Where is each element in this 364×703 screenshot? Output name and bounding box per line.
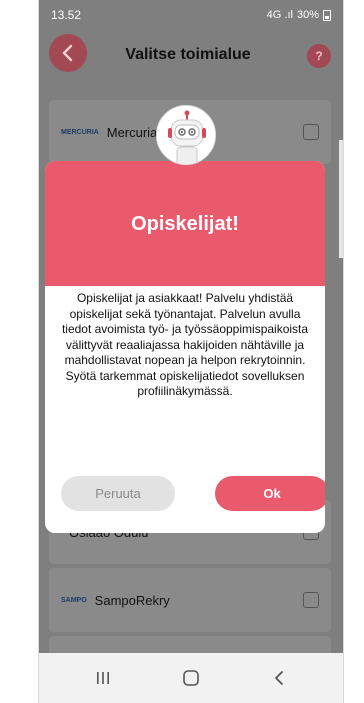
back-button[interactable] (49, 34, 87, 72)
recent-apps-icon (97, 672, 109, 684)
chevron-left-icon (62, 44, 73, 62)
list-item[interactable]: SAMPO SampoRekry (49, 568, 331, 632)
scrollbar[interactable] (339, 140, 343, 258)
back-nav-button[interactable] (259, 663, 299, 693)
app-header: Valitse toimialue ? (39, 30, 343, 80)
item-name: SampoRekry (94, 592, 170, 608)
item-logo: SAMPO (61, 596, 87, 604)
cancel-button[interactable]: Peruuta (61, 476, 175, 511)
recent-apps-button[interactable] (83, 663, 123, 693)
back-arrow-icon (275, 671, 283, 685)
system-nav-bar (39, 653, 343, 703)
dialog-message: Opiskelijat ja asiakkaat! Palvelu yhdist… (61, 291, 309, 398)
home-icon (183, 670, 199, 686)
info-dialog: Opiskelijat! Opiskelijat ja asiakkaat! P… (45, 161, 325, 533)
page-title: Valitse toimialue (125, 46, 251, 63)
help-button[interactable]: ? (307, 44, 331, 68)
home-button[interactable] (171, 663, 211, 693)
battery-level: 30% (296, 9, 319, 21)
item-logo: MERCURIA (61, 128, 99, 136)
robot-mascot-icon (156, 105, 216, 165)
status-icons: 4G .ıl 30% (267, 9, 331, 21)
status-bar: 13.52 4G .ıl 30% (39, 0, 343, 30)
dialog-title: Opiskelijat! (131, 213, 239, 235)
signal-icon: 4G .ıl (266, 9, 293, 21)
status-time: 13.52 (51, 8, 82, 22)
item-checkbox[interactable] (303, 592, 319, 608)
ok-button[interactable]: Ok (215, 476, 325, 511)
battery-icon (323, 9, 331, 21)
item-checkbox[interactable] (303, 124, 319, 140)
